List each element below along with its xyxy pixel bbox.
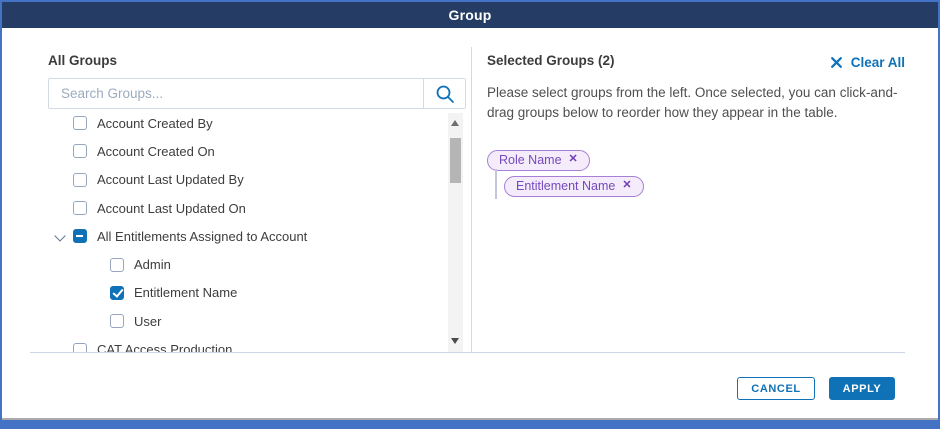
selected-groups-heading: Selected Groups (2) [487, 53, 615, 68]
chip-remove-icon[interactable]: ✕ [622, 180, 631, 191]
checkbox-unchecked[interactable] [73, 144, 87, 158]
cancel-button[interactable]: CANCEL [737, 377, 815, 400]
chip-label: Entitlement Name [516, 179, 615, 193]
scroll-up-arrow-icon[interactable] [451, 120, 459, 126]
list-item-label: Account Last Updated By [97, 172, 244, 187]
groups-list: Account Created By Account Created On Acco… [30, 109, 466, 352]
list-item-label: Account Created On [97, 144, 215, 159]
list-item-label: User [134, 314, 161, 329]
list-item[interactable]: Account Last Updated By [30, 166, 466, 194]
checkbox-checked[interactable] [110, 286, 124, 300]
chip-row: Role Name ✕ [487, 147, 644, 173]
scrollbar-thumb[interactable] [450, 138, 461, 183]
list-item[interactable]: All Entitlements Assigned to Account [30, 222, 466, 250]
checkbox-unchecked[interactable] [73, 116, 87, 130]
group-chip[interactable]: Role Name ✕ [487, 150, 590, 171]
list-item[interactable]: Account Created On [30, 137, 466, 165]
search-groups-box [48, 78, 466, 109]
search-icon [435, 84, 455, 104]
checkbox-unchecked[interactable] [73, 343, 87, 352]
clear-all-x-icon [831, 57, 842, 68]
chip-row: Entitlement Name ✕ [487, 173, 644, 199]
search-input[interactable] [49, 79, 423, 108]
list-item[interactable]: CAT Access Production [30, 335, 466, 352]
footer-separator [30, 352, 905, 353]
scroll-down-arrow-icon[interactable] [451, 338, 459, 344]
all-groups-heading: All Groups [48, 53, 117, 68]
list-item[interactable]: Account Created By [30, 109, 466, 137]
dialog-header: Group [2, 2, 938, 28]
checkbox-unchecked[interactable] [73, 173, 87, 187]
group-chip[interactable]: Entitlement Name ✕ [504, 176, 644, 197]
dialog-title: Group [449, 7, 492, 23]
list-item-label: Entitlement Name [134, 285, 237, 300]
checkbox-unchecked[interactable] [73, 201, 87, 215]
checkbox-unchecked[interactable] [110, 314, 124, 328]
list-item[interactable]: User [30, 307, 466, 335]
reorder-instructions: Please select groups from the left. Once… [487, 83, 919, 123]
search-button[interactable] [423, 79, 465, 108]
list-item-label: CAT Access Production [97, 342, 232, 352]
clear-all-label: Clear All [851, 55, 905, 70]
list-item-label: Admin [134, 257, 171, 272]
list-item[interactable]: Entitlement Name [30, 279, 466, 307]
apply-button[interactable]: APPLY [829, 377, 895, 400]
list-item[interactable]: Admin [30, 250, 466, 278]
chevron-down-icon[interactable] [53, 229, 67, 243]
list-item[interactable]: Account Last Updated On [30, 194, 466, 222]
panel-divider [471, 47, 472, 352]
groups-list-scrollbar[interactable] [448, 113, 463, 352]
frame-bottom-bar [2, 420, 938, 427]
chip-label: Role Name [499, 153, 562, 167]
clear-all-button[interactable]: Clear All [831, 55, 905, 70]
chip-remove-icon[interactable]: ✕ [569, 154, 578, 165]
list-item-label: All Entitlements Assigned to Account [97, 229, 307, 244]
checkbox-unchecked[interactable] [110, 258, 124, 272]
selected-group-chips: Role Name ✕ Entitlement Name ✕ [487, 147, 644, 199]
group-dialog: Group All Groups Account Created ByAccou… [0, 0, 940, 429]
list-item-label: Account Last Updated On [97, 201, 246, 216]
list-item-label: Account Created By [97, 116, 213, 131]
checkbox-indeterminate[interactable] [73, 229, 87, 243]
